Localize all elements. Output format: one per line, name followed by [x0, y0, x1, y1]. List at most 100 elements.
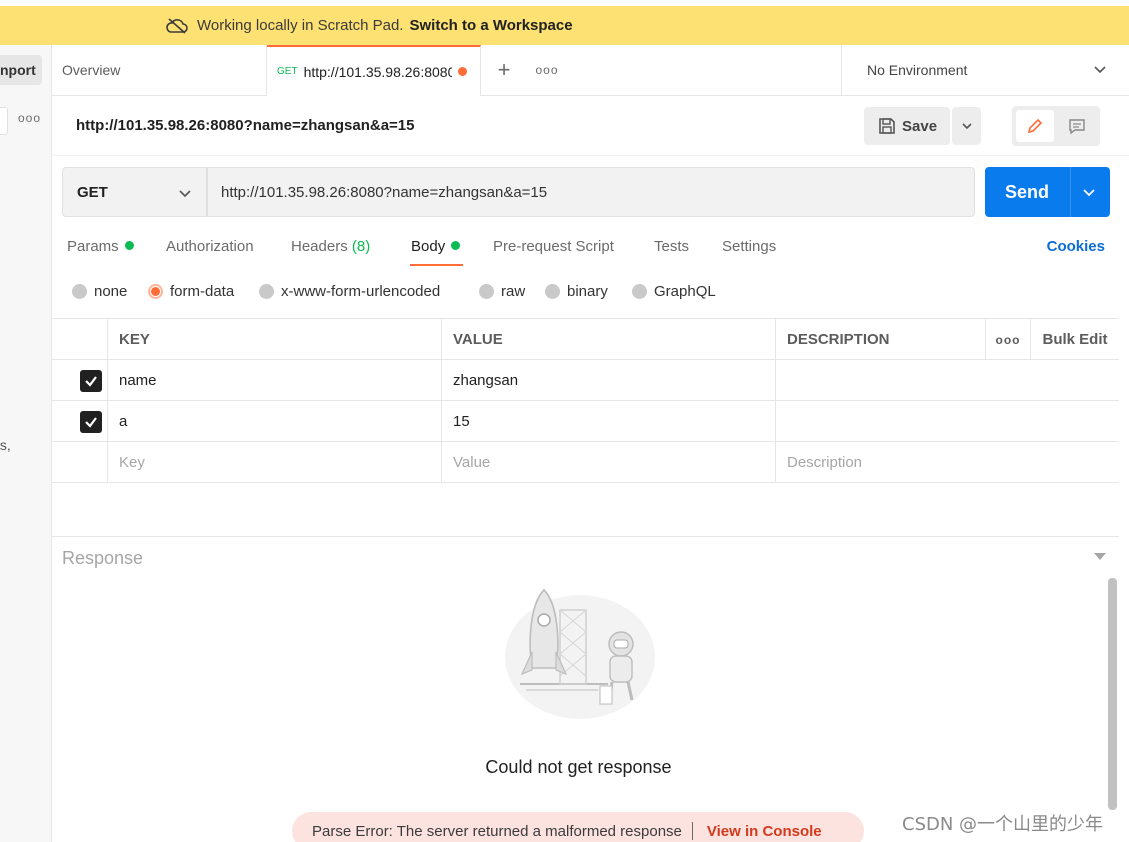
no-response-message: Could not get response [485, 757, 672, 777]
view-in-console-link[interactable]: View in Console [707, 823, 822, 840]
body-type-binary[interactable]: binary [545, 283, 608, 300]
row-key-cell[interactable]: name [107, 360, 441, 401]
form-data-table: KEY VALUE DESCRIPTION ooo Bulk Edit name… [52, 318, 1119, 483]
new-key-input[interactable]: Key [107, 442, 441, 483]
import-button[interactable]: nport [0, 55, 42, 85]
watermark-text: CSDN @一个山里的少年 [902, 814, 1104, 835]
tab-overview[interactable]: Overview [52, 45, 267, 95]
unsaved-dot-icon [457, 67, 467, 76]
table-row-new: Key Value Description [52, 442, 1119, 483]
row-enabled-checkbox[interactable] [80, 370, 102, 392]
chevron-down-icon [961, 123, 972, 130]
comment-mode-button[interactable] [1058, 110, 1096, 142]
body-type-form-data[interactable]: form-data [148, 283, 234, 300]
method-select[interactable]: GET [62, 167, 207, 217]
body-type-urlencoded-label: x-www-form-urlencoded [281, 283, 441, 300]
edit-mode-button[interactable] [1016, 110, 1054, 142]
save-label: Save [902, 117, 938, 135]
cloud-off-icon [166, 17, 188, 34]
save-icon [879, 118, 895, 134]
body-type-binary-label: binary [567, 283, 608, 300]
table-header-row: KEY VALUE DESCRIPTION ooo Bulk Edit [52, 319, 1119, 360]
request-header: http://101.35.98.26:8080?name=zhangsan&a… [52, 96, 1129, 156]
tab-url-label: http://101.35.98.26:8080?name=zhangsan&a… [303, 63, 452, 80]
pencil-icon [1027, 118, 1043, 134]
radio-checked-icon [148, 284, 163, 299]
save-options-button[interactable] [952, 107, 981, 145]
banner-text: Working locally in Scratch Pad. [197, 17, 404, 34]
send-label: Send [1005, 181, 1050, 202]
method-label: GET [77, 183, 108, 201]
save-button[interactable]: Save [864, 107, 950, 145]
row-enabled-checkbox[interactable] [80, 411, 102, 433]
params-indicator-icon [124, 241, 134, 250]
tab-tests[interactable]: Tests [654, 238, 689, 255]
table-row: a 15 [52, 401, 1119, 442]
column-header-description: DESCRIPTION [775, 319, 985, 360]
column-header-key: KEY [107, 319, 441, 360]
environment-selector[interactable]: No Environment [841, 45, 1129, 95]
request-title[interactable]: http://101.35.98.26:8080?name=zhangsan&a… [76, 117, 415, 134]
response-divider[interactable] [52, 536, 1119, 537]
new-description-input[interactable]: Description [775, 442, 1119, 483]
sidebar: nport ooo ts, . [0, 45, 52, 842]
switch-workspace-link[interactable]: Switch to a Workspace [409, 17, 572, 34]
sidebar-more-icon[interactable]: ooo [18, 111, 41, 125]
table-row: name zhangsan [52, 360, 1119, 401]
send-divider [1070, 167, 1071, 217]
row-value-cell[interactable]: zhangsan [441, 360, 775, 401]
cookies-link[interactable]: Cookies [1047, 238, 1105, 255]
parse-error-banner: Parse Error: The server returned a malfo… [292, 812, 864, 842]
radio-icon [72, 284, 87, 299]
tab-prerequest-script[interactable]: Pre-request Script [493, 238, 614, 255]
send-button[interactable]: Send [985, 167, 1110, 217]
tab-bar: Overview GET http://101.35.98.26:8080?na… [52, 45, 1129, 96]
tab-method-label: GET [277, 66, 298, 77]
sidebar-partial-text: ts, [0, 437, 11, 453]
body-type-graphql-label: GraphQL [654, 283, 716, 300]
body-indicator-icon [451, 241, 461, 250]
body-type-raw[interactable]: raw [479, 283, 525, 300]
collapse-caret-icon[interactable] [1094, 553, 1106, 560]
body-type-raw-label: raw [501, 283, 526, 300]
body-type-form-data-label: form-data [170, 283, 235, 300]
tab-params[interactable]: Params [67, 238, 134, 255]
row-key-cell[interactable]: a [107, 401, 441, 442]
response-label: Response [62, 548, 144, 568]
body-type-options: none form-data x-www-form-urlencoded raw… [52, 280, 1129, 306]
environment-label: No Environment [867, 62, 968, 78]
tab-settings[interactable]: Settings [722, 238, 776, 255]
radio-icon [259, 284, 274, 299]
table-more-icon[interactable]: ooo [985, 319, 1030, 360]
tab-request[interactable]: GET http://101.35.98.26:8080?name=zhangs… [267, 45, 481, 96]
radio-icon [632, 284, 647, 299]
view-mode-toggle [1012, 106, 1100, 146]
sidebar-filter-input[interactable] [0, 107, 8, 135]
body-type-graphql[interactable]: GraphQL [632, 283, 716, 300]
tab-authorization[interactable]: Authorization [166, 238, 254, 255]
headers-count: (8) [351, 238, 371, 255]
comment-icon [1069, 119, 1085, 135]
radio-icon [545, 284, 560, 299]
checkmark-icon [85, 417, 97, 428]
tab-body[interactable]: Body [411, 238, 461, 255]
row-description-cell[interactable] [775, 401, 1119, 442]
url-input[interactable]: http://101.35.98.26:8080?name=zhangsan&a… [207, 167, 975, 217]
checkmark-icon [85, 376, 97, 387]
tab-body-label: Body [411, 238, 446, 255]
row-value-cell[interactable]: 15 [441, 401, 775, 442]
row-description-cell[interactable] [775, 360, 1119, 401]
chevron-down-icon[interactable] [1082, 185, 1096, 199]
rocket-astronaut-illustration [505, 588, 655, 719]
new-value-input[interactable]: Value [441, 442, 775, 483]
body-type-none-label: none [94, 283, 128, 300]
tab-headers[interactable]: Headers (8) [291, 238, 370, 255]
bulk-edit-button[interactable]: Bulk Edit [1030, 319, 1119, 360]
more-tabs-icon[interactable]: ooo [527, 45, 567, 95]
body-type-urlencoded[interactable]: x-www-form-urlencoded [259, 283, 440, 300]
new-tab-button[interactable]: + [481, 45, 527, 95]
column-header-value: VALUE [441, 319, 775, 360]
body-type-none[interactable]: none [72, 283, 127, 300]
error-separator [691, 822, 693, 840]
active-tab-underline [410, 264, 463, 266]
